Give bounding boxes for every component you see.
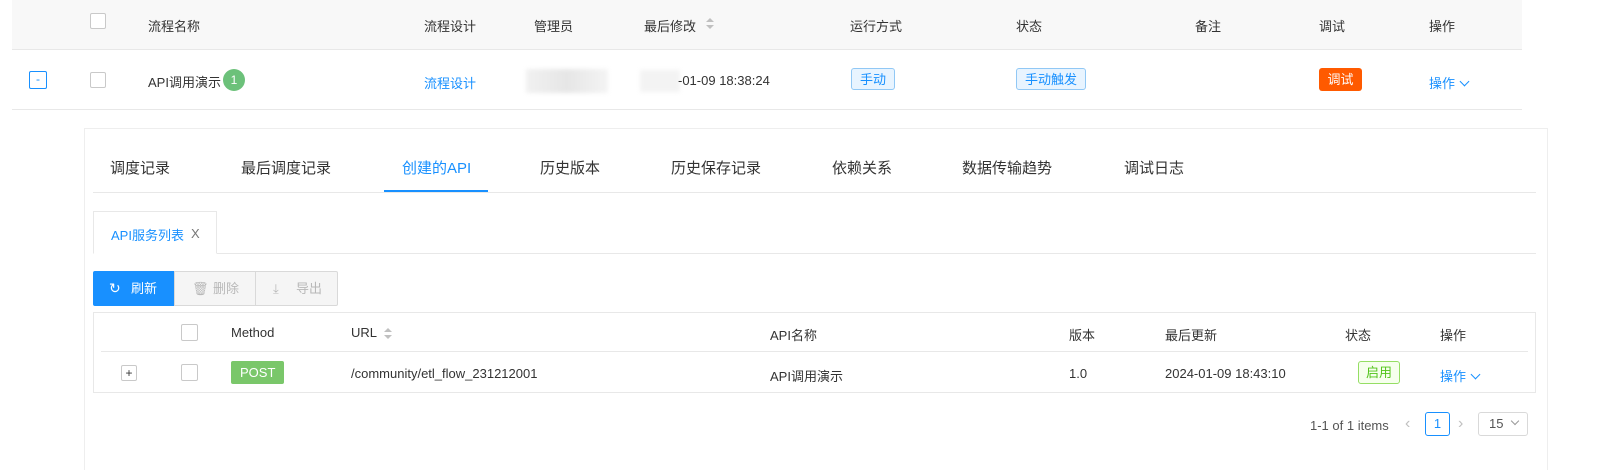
tab-last-schedule-records[interactable]: 最后调度记录 xyxy=(241,157,331,178)
header-api-action: 操作 xyxy=(1440,328,1467,343)
header-url[interactable]: URL xyxy=(351,325,377,340)
status-tag: 手动触发 xyxy=(1016,68,1087,90)
export-label: 导出 xyxy=(296,281,323,296)
row-action-label: 操作 xyxy=(1429,76,1456,91)
header-action: 操作 xyxy=(1429,19,1456,34)
api-version: 1.0 xyxy=(1069,366,1088,381)
api-action-label: 操作 xyxy=(1440,369,1467,384)
sort-icon[interactable] xyxy=(706,18,714,30)
header-flow-design: 流程设计 xyxy=(424,19,477,34)
page-1-button[interactable]: 1 xyxy=(1425,412,1450,436)
outer-table-header xyxy=(12,0,1522,50)
sub-tab-label: API服务列表 xyxy=(111,228,184,243)
header-debug: 调试 xyxy=(1319,19,1346,34)
header-last-modified[interactable]: 最后修改 xyxy=(644,16,696,35)
tab-history-versions[interactable]: 历史版本 xyxy=(540,157,600,178)
export-button[interactable]: ⤓ 导出 xyxy=(255,271,338,306)
api-select-all-checkbox[interactable] xyxy=(181,324,198,341)
header-last-updated: 最后更新 xyxy=(1165,328,1218,343)
row-checkbox[interactable] xyxy=(90,72,106,88)
flow-name: API调用演示 xyxy=(148,75,221,90)
debug-button[interactable]: 调试 xyxy=(1319,68,1362,91)
header-remark: 备注 xyxy=(1195,19,1222,34)
admin-redacted xyxy=(526,69,608,93)
sort-icon[interactable] xyxy=(384,328,392,340)
refresh-label: 刷新 xyxy=(131,281,158,296)
tab-dependencies[interactable]: 依赖关系 xyxy=(832,157,892,178)
delete-label: 删除 xyxy=(213,281,240,296)
header-admin: 管理员 xyxy=(534,19,574,34)
header-status: 状态 xyxy=(1016,19,1043,34)
header-api-name: API名称 xyxy=(770,328,817,343)
header-api-status: 状态 xyxy=(1345,328,1372,343)
prev-page-icon[interactable]: ‹ xyxy=(1405,415,1410,433)
sub-tab-api-service-list[interactable]: API服务列表 X xyxy=(93,211,217,254)
select-all-checkbox[interactable] xyxy=(90,13,106,29)
pagination-summary: 1-1 of 1 items xyxy=(1310,418,1389,433)
next-page-icon[interactable]: › xyxy=(1458,415,1463,433)
api-table-header-divider xyxy=(101,351,1528,352)
header-method: Method xyxy=(231,325,275,340)
page-size-select[interactable]: 15 xyxy=(1478,412,1528,436)
page-size-value: 15 xyxy=(1489,416,1504,431)
tab-history-save-records[interactable]: 历史保存记录 xyxy=(671,157,761,178)
row-action-dropdown[interactable]: 操作 xyxy=(1429,73,1470,92)
method-tag: POST xyxy=(231,361,285,384)
tab-data-transfer-trend[interactable]: 数据传输趋势 xyxy=(962,157,1052,178)
chevron-down-icon xyxy=(1470,369,1481,380)
tab-schedule-records[interactable]: 调度记录 xyxy=(110,157,170,178)
refresh-icon: ↻ xyxy=(109,280,121,296)
close-icon[interactable]: X xyxy=(191,226,200,241)
refresh-button[interactable]: ↻ 刷新 xyxy=(93,271,174,306)
header-flow-name: 流程名称 xyxy=(148,19,201,34)
date-redacted xyxy=(640,70,680,92)
tab-created-api[interactable]: 创建的API xyxy=(402,157,471,178)
tabs-divider xyxy=(93,192,1536,193)
download-icon: ⤓ xyxy=(273,281,279,296)
count-badge: 1 xyxy=(223,69,245,91)
api-name: API调用演示 xyxy=(770,369,843,384)
api-url: /community/etl_flow_231212001 xyxy=(351,366,538,381)
api-row-checkbox[interactable] xyxy=(181,364,198,381)
expand-row-button[interactable]: + xyxy=(121,365,137,381)
collapse-row-button[interactable]: - xyxy=(29,71,47,89)
delete-button[interactable]: 🗑 删除 xyxy=(174,271,256,306)
header-run-mode: 运行方式 xyxy=(850,19,903,34)
api-last-updated: 2024-01-09 18:43:10 xyxy=(1165,366,1286,381)
tab-debug-log[interactable]: 调试日志 xyxy=(1124,157,1184,178)
api-status-tag: 启用 xyxy=(1358,361,1401,384)
header-version: 版本 xyxy=(1069,328,1096,343)
trash-icon: 🗑 xyxy=(192,281,209,296)
run-mode-tag: 手动 xyxy=(851,68,896,90)
flow-design-link[interactable]: 流程设计 xyxy=(424,73,476,92)
api-action-dropdown[interactable]: 操作 xyxy=(1440,366,1481,385)
chevron-down-icon xyxy=(1459,76,1470,87)
sub-tab-divider xyxy=(217,253,1536,254)
chevron-down-icon xyxy=(1510,416,1520,426)
last-modified-value: -01-09 18:38:24 xyxy=(678,73,770,88)
